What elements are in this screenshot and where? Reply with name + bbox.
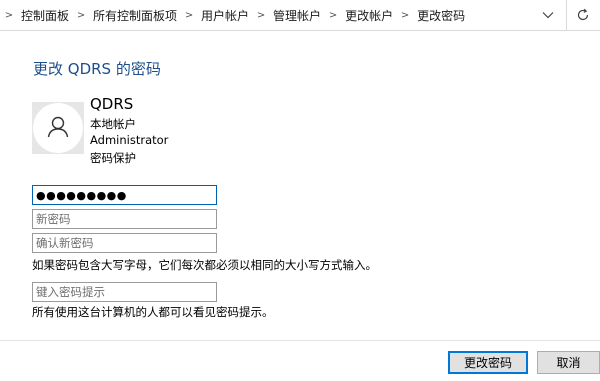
current-password-field[interactable] (32, 185, 217, 205)
address-bar[interactable]: > 控制面板 > 所有控制面板项 > 用户帐户 > 管理帐户 > 更改帐户 > … (0, 0, 600, 31)
breadcrumb-item-control-panel[interactable]: > 控制面板 (0, 0, 72, 31)
breadcrumb-label[interactable]: 用户帐户 (198, 7, 252, 24)
divider (566, 0, 567, 31)
account-protection: 密码保护 (90, 151, 136, 165)
breadcrumb-item-manage-accounts[interactable]: > 管理帐户 (252, 0, 324, 31)
breadcrumb-label[interactable]: 控制面板 (18, 7, 72, 24)
chevron-right-icon[interactable]: > (397, 10, 413, 21)
breadcrumb-item-change-account[interactable]: > 更改帐户 (324, 0, 396, 31)
breadcrumb-item-all-items[interactable]: > 所有控制面板项 (72, 0, 180, 31)
change-password-button[interactable]: 更改密码 (448, 351, 528, 374)
chevron-right-icon: > (4, 10, 14, 21)
cancel-button[interactable]: 取消 (537, 351, 600, 374)
chevron-right-icon[interactable]: > (73, 10, 89, 21)
chevron-right-icon[interactable]: > (181, 10, 197, 21)
page-title: 更改 QDRS 的密码 (33, 60, 161, 78)
refresh-button[interactable] (571, 4, 595, 26)
breadcrumb-label[interactable]: 更改帐户 (342, 7, 396, 24)
breadcrumb: > 控制面板 > 所有控制面板项 > 用户帐户 > 管理帐户 > 更改帐户 > … (0, 0, 530, 31)
password-hint-field[interactable] (32, 282, 217, 302)
case-sensitivity-note: 如果密码包含大写字母，它们每次都必须以相同的大小写方式输入。 (32, 258, 377, 272)
account-name: QDRS (90, 95, 134, 113)
refresh-icon (577, 8, 589, 21)
breadcrumb-label[interactable]: 管理帐户 (270, 7, 324, 24)
address-history-button[interactable] (537, 4, 559, 26)
chevron-right-icon[interactable]: > (253, 10, 269, 21)
user-icon (33, 103, 83, 153)
avatar (32, 102, 84, 154)
breadcrumb-item-user-accounts[interactable]: > 用户帐户 (180, 0, 252, 31)
chevron-right-icon[interactable]: > (325, 10, 341, 21)
hint-visibility-note: 所有使用这台计算机的人都可以看见密码提示。 (32, 305, 274, 319)
divider (0, 340, 600, 341)
breadcrumb-label[interactable]: 所有控制面板项 (90, 7, 180, 24)
breadcrumb-label[interactable]: 更改密码 (414, 7, 468, 24)
account-group: Administrator (90, 133, 169, 147)
account-type: 本地帐户 (90, 117, 136, 131)
confirm-password-field[interactable] (32, 233, 217, 253)
new-password-field[interactable] (32, 209, 217, 229)
breadcrumb-item-change-password[interactable]: > 更改密码 (396, 0, 468, 31)
chevron-down-icon (542, 12, 554, 19)
